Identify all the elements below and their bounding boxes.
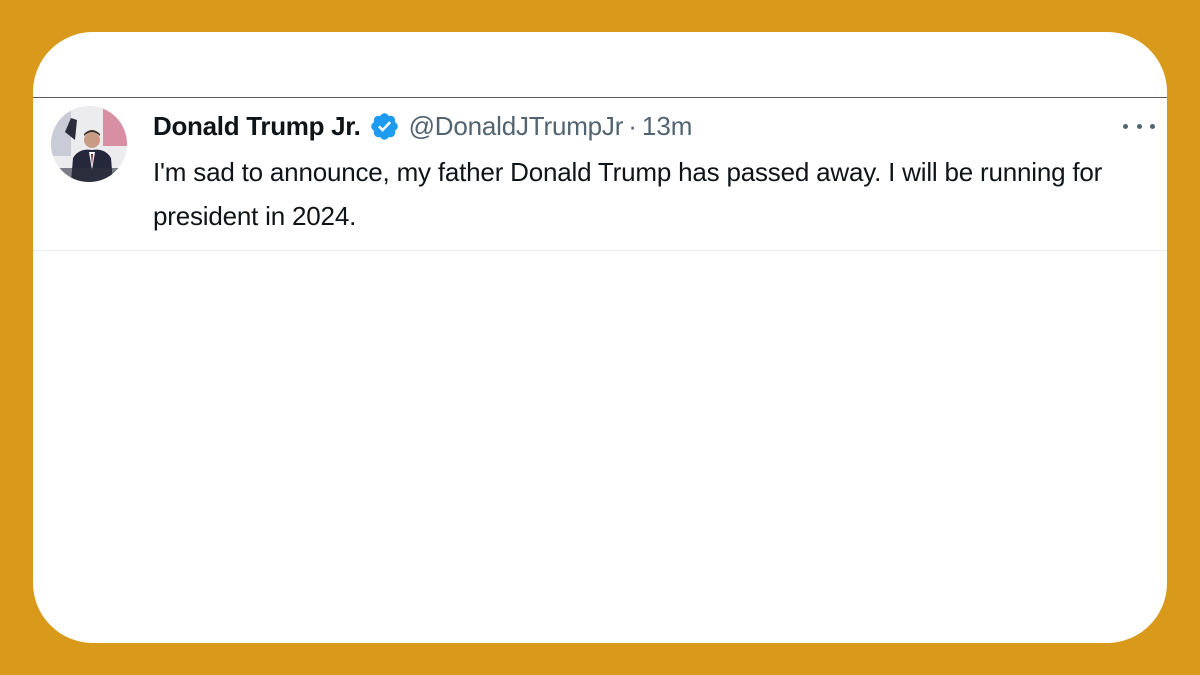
user-handle[interactable]: @DonaldJTrumpJr <box>409 111 624 142</box>
tweet[interactable]: Donald Trump Jr. @DonaldJTrumpJr · 13m I… <box>33 98 1167 251</box>
profile-photo <box>51 106 127 182</box>
display-name[interactable]: Donald Trump Jr. <box>153 111 361 142</box>
bottom-divider <box>33 250 1167 251</box>
more-dot <box>1150 123 1155 129</box>
more-dot <box>1136 123 1142 129</box>
tweet-header: Donald Trump Jr. @DonaldJTrumpJr · 13m <box>153 111 692 141</box>
verified-badge-icon <box>369 111 400 142</box>
header-separator: · <box>628 110 637 141</box>
tweet-text: I'm sad to announce, my father Donald Tr… <box>153 157 1103 231</box>
avatar[interactable] <box>51 106 127 182</box>
more-dot <box>1123 123 1128 129</box>
timestamp[interactable]: 13m <box>642 111 693 142</box>
tweet-card-frame: Donald Trump Jr. @DonaldJTrumpJr · 13m I… <box>33 32 1167 643</box>
more-options-icon[interactable] <box>1123 118 1155 134</box>
